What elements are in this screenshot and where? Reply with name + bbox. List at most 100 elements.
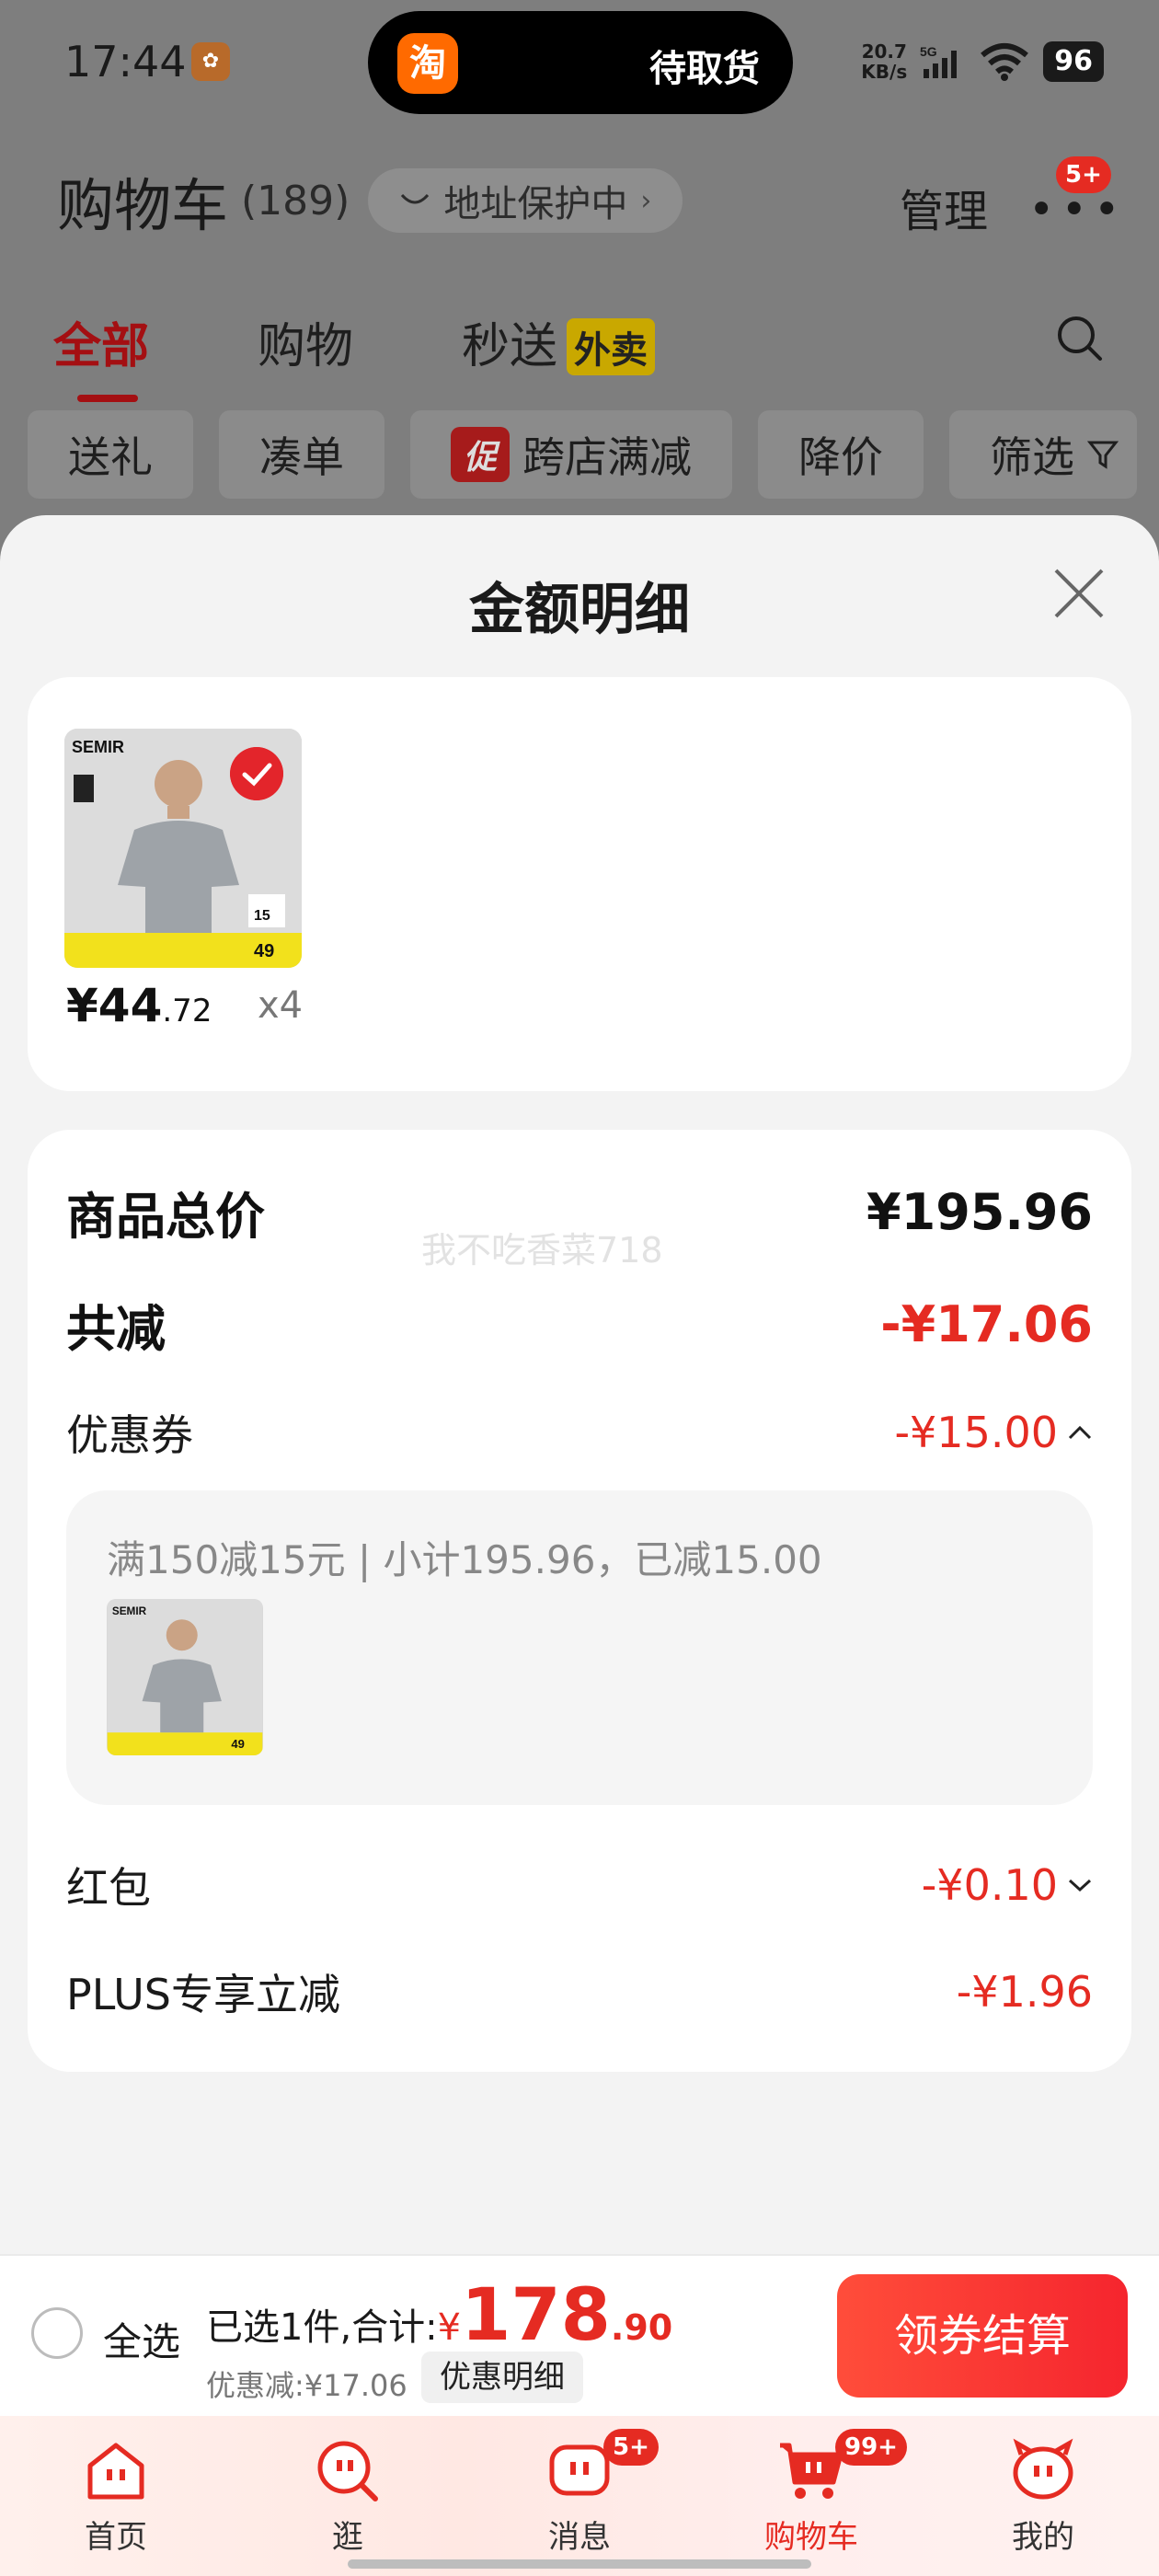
svg-text:15: 15 xyxy=(254,908,270,924)
price-breakdown-card: 我不吃香菜718 商品总价 ¥195.96 共减 -¥17.06 优惠券 -¥1… xyxy=(28,1130,1131,2072)
bottom-tab-bar: 首页 逛 消息 5+ 购物车 99+ 我的 xyxy=(0,2416,1159,2576)
product-unit-price: ¥44.72 xyxy=(66,979,212,1032)
profile-icon xyxy=(1013,2438,1073,2500)
amount-detail-sheet: 金额明细 SEMIR 15 49 ¥44.72 x4 我不吃香菜718 商品总价… xyxy=(0,515,1159,2254)
coupon-product-thumbnail: SEMIR 49 xyxy=(107,1599,263,1755)
cart-count: (189) xyxy=(241,177,350,224)
home-indicator[interactable] xyxy=(348,2559,811,2569)
filter-icon xyxy=(1087,441,1119,469)
category-tabs: 全部 购物 秒送 外卖 xyxy=(53,307,656,402)
status-time: 17:44 xyxy=(64,37,187,86)
coupon-value: -¥15.00 xyxy=(894,1408,1058,1457)
dynamic-island[interactable]: 淘 待取货 xyxy=(368,11,793,114)
tab-cart[interactable]: 购物车 99+ xyxy=(729,2416,907,2576)
sum-integer: 178 xyxy=(461,2274,611,2357)
saved-amount: 优惠减:¥17.06 xyxy=(206,2368,407,2403)
tab-express-label: 秒送 xyxy=(462,319,558,374)
row-total: 商品总价 ¥195.96 xyxy=(66,1176,1093,1248)
taobao-app-icon: 淘 xyxy=(397,33,458,94)
sum-label: 已选1件,合计: xyxy=(206,2306,438,2349)
tab-home[interactable]: 首页 xyxy=(33,2416,199,2576)
chevron-down-icon[interactable] xyxy=(1067,1876,1093,1894)
product-quantity: x4 xyxy=(258,984,304,1027)
row-discount-total: 共减 -¥17.06 xyxy=(66,1288,1093,1361)
chip-price-drop[interactable]: 降价 xyxy=(758,410,924,499)
tab-profile-label: 我的 xyxy=(1012,2519,1074,2556)
select-all-radio[interactable] xyxy=(31,2307,83,2359)
chip-filter[interactable]: 筛选 xyxy=(949,410,1138,499)
chip-cross-store[interactable]: 促 跨店满减 xyxy=(410,410,733,499)
address-protection-pill[interactable]: 地址保护中 › xyxy=(368,168,683,233)
browse-icon xyxy=(317,2441,378,2501)
discount-value: -¥17.06 xyxy=(880,1295,1093,1353)
svg-text:5G: 5G xyxy=(920,44,937,59)
tab-messages[interactable]: 消息 5+ xyxy=(497,2416,662,2576)
redpacket-label: 红包 xyxy=(66,1863,151,1913)
waimai-tag: 外卖 xyxy=(567,318,656,375)
coupon-detail-box: 满150减15元 | 小计195.96，已减15.00 SEMIR 49 xyxy=(66,1490,1093,1805)
home-icon xyxy=(87,2443,144,2500)
redpacket-value: -¥0.10 xyxy=(921,1860,1058,1910)
svg-text:49: 49 xyxy=(231,1737,245,1751)
wifi-icon xyxy=(981,43,1029,81)
product-image: SEMIR 49 xyxy=(107,1599,263,1755)
svg-text:SEMIR: SEMIR xyxy=(72,738,124,756)
notification-app-icon: ✿ xyxy=(191,42,230,81)
signal-icon: 5G xyxy=(920,44,958,78)
more-badge: 5+ xyxy=(1056,156,1111,193)
background-cart-page: 17:44 ✿ 淘 待取货 20.7 KB/s 5G 96 购物车 (189) … xyxy=(0,0,1159,552)
chip-bundle[interactable]: 凑单 xyxy=(219,410,384,499)
cart-header: 购物车 (189) 地址保护中 › xyxy=(57,164,683,239)
total-value: ¥195.96 xyxy=(866,1183,1093,1241)
tab-browse-label: 逛 xyxy=(332,2519,363,2556)
checkout-button[interactable]: 领券结算 xyxy=(837,2274,1128,2398)
tab-all[interactable]: 全部 xyxy=(53,307,149,402)
total-summary: 已选1件,合计: ¥ 178 .90 xyxy=(206,2274,672,2357)
tab-browse[interactable]: 逛 xyxy=(265,2416,430,2576)
status-indicators: 20.7 KB/s 5G 96 xyxy=(861,37,1104,86)
discount-label: 共减 xyxy=(66,1300,166,1358)
status-bar: 17:44 ✿ 淘 待取货 20.7 KB/s 5G 96 xyxy=(0,0,1159,129)
tab-profile[interactable]: 我的 xyxy=(960,2416,1126,2576)
plus-value: -¥1.96 xyxy=(956,1967,1093,2017)
smile-icon xyxy=(401,193,430,204)
tab-messages-label: 消息 xyxy=(548,2519,611,2556)
chevron-up-icon[interactable] xyxy=(1067,1423,1093,1442)
cart-badge: 99+ xyxy=(835,2429,907,2466)
svg-text:SEMIR: SEMIR xyxy=(112,1605,147,1617)
battery-indicator: 96 xyxy=(1043,41,1104,82)
plus-label: PLUS专享立减 xyxy=(66,1970,340,2019)
redpacket-value-wrap: -¥0.10 xyxy=(922,1860,1093,1910)
address-pill-label: 地址保护中 xyxy=(443,183,628,225)
checkout-bar: 全选 已选1件,合计: ¥ 178 .90 优惠减:¥17.06 优惠明细 领券… xyxy=(0,2254,1159,2416)
selected-check-icon xyxy=(230,747,283,800)
island-status-text: 待取货 xyxy=(649,48,760,90)
messages-badge: 5+ xyxy=(603,2429,659,2466)
close-icon[interactable] xyxy=(1050,565,1107,622)
tab-express[interactable]: 秒送 外卖 xyxy=(462,307,656,376)
row-plus: PLUS专享立减 -¥1.96 xyxy=(66,1961,1093,2022)
chevron-right-icon: › xyxy=(640,184,652,217)
row-coupon[interactable]: 优惠券 -¥15.00 xyxy=(66,1402,1093,1463)
network-speed: 20.7 KB/s xyxy=(861,40,908,83)
page-title: 购物车 xyxy=(57,172,229,239)
chip-gift[interactable]: 送礼 xyxy=(28,410,193,499)
select-all-label[interactable]: 全选 xyxy=(103,2311,180,2367)
search-icon[interactable] xyxy=(1054,313,1106,364)
tab-shopping[interactable]: 购物 xyxy=(258,307,353,376)
discount-detail-button[interactable]: 优惠明细 xyxy=(421,2352,583,2403)
total-label: 商品总价 xyxy=(66,1188,265,1246)
coupon-value-wrap: -¥15.00 xyxy=(894,1408,1093,1457)
manage-button[interactable]: 管理 xyxy=(900,175,988,239)
sheet-title: 金额明细 xyxy=(469,578,690,642)
product-thumbnail[interactable]: SEMIR 15 49 xyxy=(64,729,302,968)
sum-currency: ¥ xyxy=(437,2306,462,2349)
promo-tag: 促 xyxy=(451,427,511,482)
coupon-detail-text: 满150减15元 | 小计195.96，已减15.00 xyxy=(107,1537,822,1582)
tab-cart-label: 购物车 xyxy=(764,2519,858,2556)
svg-text:49: 49 xyxy=(254,941,274,961)
row-redpacket[interactable]: 红包 -¥0.10 xyxy=(66,1855,1093,1915)
sum-decimal: .90 xyxy=(610,2307,673,2348)
coupon-label: 优惠券 xyxy=(66,1410,193,1460)
filter-chips: 送礼 凑单 促 跨店满减 降价 筛选 xyxy=(28,410,1138,499)
